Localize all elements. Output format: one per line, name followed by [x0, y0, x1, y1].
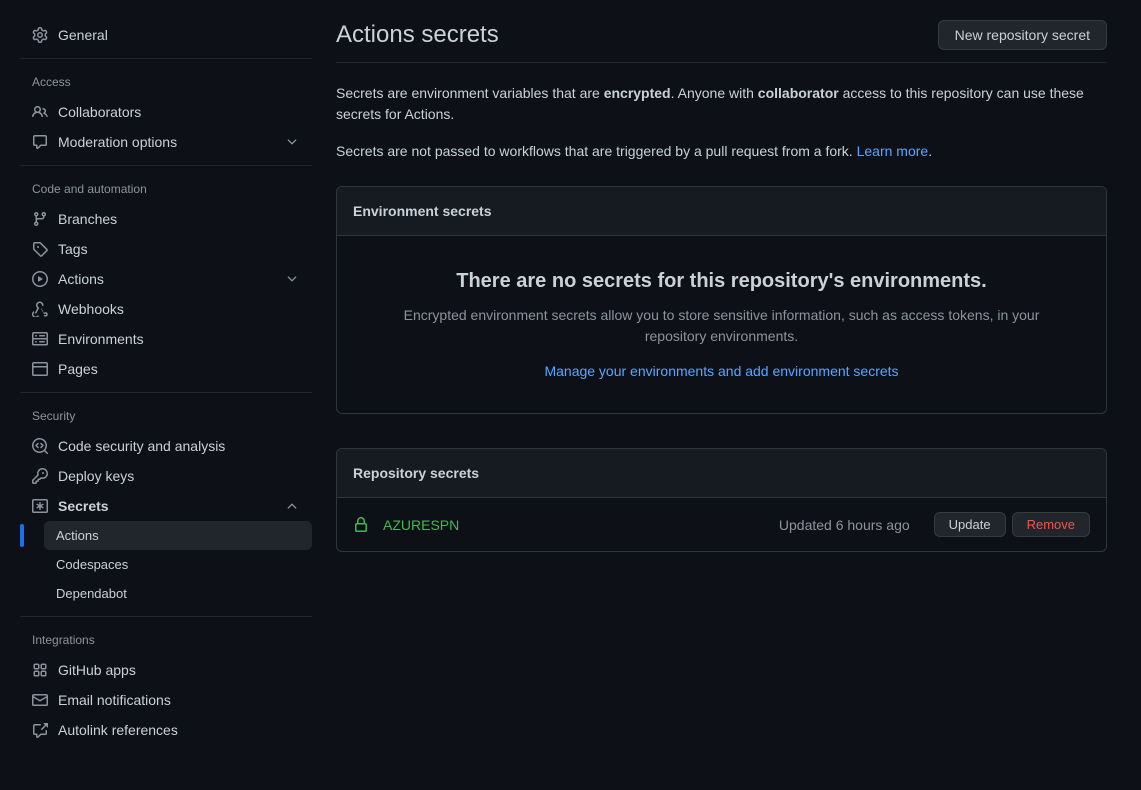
sidebar-item-webhooks[interactable]: Webhooks: [20, 294, 312, 324]
chevron-up-icon: [284, 499, 300, 513]
env-panel-body: There are no secrets for this repository…: [337, 236, 1106, 413]
update-secret-button[interactable]: Update: [934, 512, 1006, 537]
sidebar-item-label: Deploy keys: [58, 468, 300, 484]
gear-icon: [32, 27, 48, 43]
sidebar-item-secrets[interactable]: Secrets: [20, 491, 312, 521]
sidebar-item-label: Webhooks: [58, 301, 300, 317]
page-title: Actions secrets: [336, 21, 499, 49]
sidebar-item-label: Collaborators: [58, 104, 300, 120]
sidebar-heading-code: Code and automation: [20, 174, 312, 204]
sidebar-item-label: Tags: [58, 241, 300, 257]
remove-secret-button[interactable]: Remove: [1012, 512, 1090, 537]
sidebar-sub-item-actions[interactable]: Actions: [44, 521, 312, 550]
mail-icon: [32, 692, 48, 708]
server-icon: [32, 331, 48, 347]
key-icon: [32, 468, 48, 484]
sidebar-item-label: Pages: [58, 361, 300, 377]
lock-icon: [353, 517, 369, 533]
sidebar-item-label: Actions: [58, 271, 284, 287]
new-repository-secret-button[interactable]: New repository secret: [938, 20, 1107, 50]
webhook-icon: [32, 301, 48, 317]
sidebar-item-general[interactable]: General: [20, 20, 312, 50]
sidebar-item-code-security[interactable]: Code security and analysis: [20, 431, 312, 461]
sidebar-heading-access: Access: [20, 67, 312, 97]
main-content: Actions secrets New repository secret Se…: [312, 0, 1141, 790]
page-header: Actions secrets New repository secret: [336, 20, 1107, 63]
apps-icon: [32, 662, 48, 678]
repo-panel-header: Repository secrets: [337, 449, 1106, 498]
browser-icon: [32, 361, 48, 377]
sidebar-item-github-apps[interactable]: GitHub apps: [20, 655, 312, 685]
description-1: Secrets are environment variables that a…: [336, 83, 1107, 125]
sidebar-item-tags[interactable]: Tags: [20, 234, 312, 264]
sidebar-item-environments[interactable]: Environments: [20, 324, 312, 354]
sidebar-item-label: Email notifications: [58, 692, 300, 708]
description-2: Secrets are not passed to workflows that…: [336, 141, 1107, 162]
settings-sidebar: General Access Collaborators Moderation …: [0, 0, 312, 790]
sidebar-heading-integrations: Integrations: [20, 625, 312, 655]
sidebar-item-label: Autolink references: [58, 722, 300, 738]
sidebar-item-label: General: [58, 27, 300, 43]
sidebar-item-label: Moderation options: [58, 134, 284, 150]
sidebar-item-label: Secrets: [58, 498, 284, 514]
secret-name: AZURESPN: [383, 517, 779, 533]
secret-updated: Updated 6 hours ago: [779, 517, 910, 533]
sidebar-item-label: Environments: [58, 331, 300, 347]
play-circle-icon: [32, 271, 48, 287]
tag-icon: [32, 241, 48, 257]
sidebar-item-label: Branches: [58, 211, 300, 227]
sidebar-item-branches[interactable]: Branches: [20, 204, 312, 234]
sidebar-item-moderation[interactable]: Moderation options: [20, 127, 312, 157]
env-empty-text: Encrypted environment secrets allow you …: [377, 305, 1066, 347]
sidebar-item-label: GitHub apps: [58, 662, 300, 678]
sidebar-item-autolink[interactable]: Autolink references: [20, 715, 312, 745]
sidebar-sub-item-codespaces[interactable]: Codespaces: [44, 550, 312, 579]
sidebar-item-pages[interactable]: Pages: [20, 354, 312, 384]
env-empty-title: There are no secrets for this repository…: [377, 270, 1066, 293]
chevron-down-icon: [284, 135, 300, 149]
comment-icon: [32, 134, 48, 150]
sidebar-item-label: Code security and analysis: [58, 438, 300, 454]
sidebar-heading-security: Security: [20, 401, 312, 431]
cross-reference-icon: [32, 722, 48, 738]
env-panel-header: Environment secrets: [337, 187, 1106, 236]
sidebar-item-email[interactable]: Email notifications: [20, 685, 312, 715]
chevron-down-icon: [284, 272, 300, 286]
repository-secrets-panel: Repository secrets AZURESPN Updated 6 ho…: [336, 448, 1107, 552]
codescan-icon: [32, 438, 48, 454]
secret-row: AZURESPN Updated 6 hours ago Update Remo…: [337, 498, 1106, 551]
key-asterisk-icon: [32, 498, 48, 514]
sidebar-item-collaborators[interactable]: Collaborators: [20, 97, 312, 127]
people-icon: [32, 104, 48, 120]
git-branch-icon: [32, 211, 48, 227]
sidebar-sub-item-dependabot[interactable]: Dependabot: [44, 579, 312, 608]
manage-environments-link[interactable]: Manage your environments and add environ…: [544, 363, 898, 379]
sidebar-item-actions[interactable]: Actions: [20, 264, 312, 294]
learn-more-link[interactable]: Learn more: [857, 143, 929, 159]
sidebar-item-deploy-keys[interactable]: Deploy keys: [20, 461, 312, 491]
environment-secrets-panel: Environment secrets There are no secrets…: [336, 186, 1107, 414]
